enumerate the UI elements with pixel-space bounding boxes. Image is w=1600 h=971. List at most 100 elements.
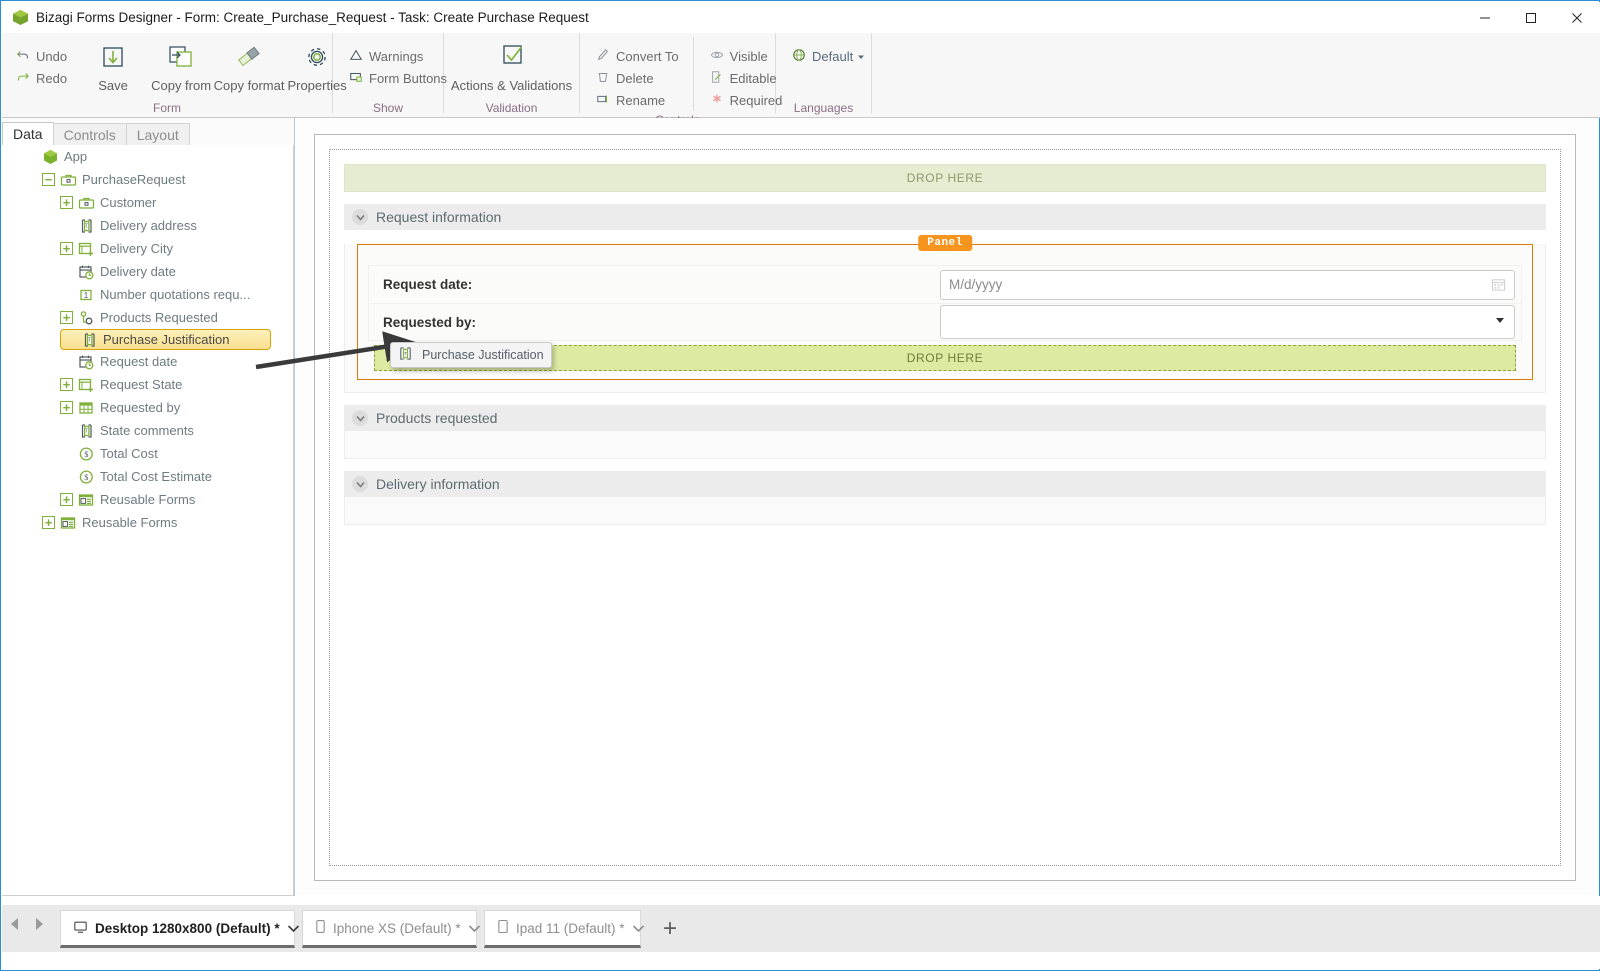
- window-controls: [1462, 2, 1600, 33]
- ribbon-group-form: Undo Redo Save Copy from Copy format Pro…: [2, 33, 347, 117]
- expand-icon[interactable]: +: [60, 401, 73, 414]
- tab-data[interactable]: Data: [2, 122, 54, 146]
- section-header[interactable]: Request information: [344, 204, 1546, 230]
- tree-item-request-date[interactable]: Request date: [60, 350, 293, 373]
- drag-ghost-purchase-justification: T Purchase Justification: [390, 342, 552, 368]
- tree-item-products-requested[interactable]: + Products Requested: [60, 306, 293, 329]
- tree-item-purchaserequest[interactable]: − PurchaseRequest: [42, 168, 293, 191]
- checkmark-box-icon: [496, 41, 528, 75]
- expand-icon[interactable]: +: [60, 196, 73, 209]
- tree-item-label: PurchaseRequest: [82, 172, 186, 187]
- ribbon-group-label-show: Show: [372, 101, 404, 115]
- section-body: [344, 431, 1546, 459]
- form-buttons-button[interactable]: Form Buttons: [343, 67, 453, 89]
- add-device-button[interactable]: +: [647, 910, 693, 948]
- chevron-down-icon[interactable]: [632, 921, 645, 936]
- requested-by-dropdown[interactable]: [940, 305, 1515, 339]
- section-title: Request information: [376, 209, 502, 225]
- data-tree: App − PurchaseRequest + Customer T Delivery ad…: [2, 145, 294, 896]
- tree-item-label: Customer: [100, 195, 157, 210]
- maximize-icon[interactable]: [1508, 2, 1554, 33]
- copy-from-button[interactable]: Copy from: [147, 37, 215, 93]
- save-button[interactable]: Save: [79, 37, 147, 93]
- chevron-down-icon[interactable]: [352, 476, 368, 492]
- close-icon[interactable]: [1554, 2, 1600, 33]
- device-tab-label: Desktop 1280x800 (Default) *: [95, 920, 280, 936]
- redo-button[interactable]: Redo: [10, 67, 73, 89]
- copy-format-button[interactable]: Copy format: [214, 37, 284, 93]
- tree-item-reusable-forms[interactable]: + Reusable Forms: [60, 488, 293, 511]
- editable-pencil-icon: [710, 70, 724, 87]
- ribbon-group-controls: Convert To Delete Rename Visible Editabl…: [580, 33, 782, 127]
- device-tab-label: Iphone XS (Default) *: [333, 920, 461, 936]
- expand-icon[interactable]: +: [60, 311, 73, 324]
- tree-item-number-quotations-requ[interactable]: 1 Number quotations requ...: [60, 283, 293, 306]
- save-label: Save: [98, 78, 128, 93]
- field-label: Requested by:: [383, 314, 477, 330]
- tree-item-delivery-date[interactable]: Delivery date: [60, 260, 293, 283]
- undo-button[interactable]: Undo: [10, 45, 73, 67]
- tree-item-label: Products Requested: [100, 310, 218, 325]
- expand-icon[interactable]: +: [60, 493, 73, 506]
- gear-icon: [302, 41, 332, 75]
- request-date-input[interactable]: M/d/yyyy: [940, 269, 1515, 300]
- minimize-icon[interactable]: [1462, 2, 1508, 33]
- warnings-button[interactable]: Warnings: [343, 45, 453, 67]
- convert-to-button[interactable]: Convert To: [590, 45, 685, 67]
- device-tab-iphone-xs[interactable]: Iphone XS (Default) *: [302, 910, 480, 948]
- reusable-forms-icon: [60, 515, 77, 531]
- chevron-down-icon[interactable]: [352, 209, 368, 225]
- default-language-dropdown[interactable]: Default: [786, 45, 871, 67]
- form-canvas-area: DROP HERE Request information Panel Requ…: [296, 118, 1598, 895]
- section-header[interactable]: Delivery information: [344, 471, 1546, 497]
- rename-icon: [596, 92, 610, 109]
- text-attr-icon: T: [398, 346, 413, 364]
- tab-layout[interactable]: Layout: [125, 123, 190, 146]
- collection-icon: [78, 310, 95, 326]
- ribbon-group-languages: Default Languages: [776, 33, 871, 117]
- top-dropzone[interactable]: DROP HERE: [344, 164, 1546, 192]
- copy-format-icon: [233, 41, 265, 75]
- tree-item-reusable-forms[interactable]: + Reusable Forms: [42, 511, 293, 534]
- tree-item-requested-by[interactable]: + Requested by: [60, 396, 293, 419]
- expand-icon[interactable]: +: [60, 378, 73, 391]
- tab-controls[interactable]: Controls: [52, 123, 127, 146]
- redo-icon: [16, 70, 30, 87]
- tree-item-app[interactable]: App: [24, 145, 293, 168]
- calendar-icon[interactable]: [1491, 277, 1506, 295]
- prev-device-icon[interactable]: [8, 916, 22, 937]
- panel-badge: Panel: [918, 235, 972, 251]
- next-device-icon[interactable]: [32, 916, 46, 937]
- rename-button[interactable]: Rename: [590, 89, 685, 111]
- tree-item-delivery-city[interactable]: + Delivery City: [60, 237, 293, 260]
- tree-item-state-comments[interactable]: T State comments: [60, 419, 293, 442]
- svg-text:T: T: [85, 223, 88, 229]
- expand-icon[interactable]: +: [42, 516, 55, 529]
- tree-item-total-cost[interactable]: $ Total Cost: [60, 442, 293, 465]
- form-sheet: DROP HERE Request information Panel Requ…: [314, 134, 1576, 881]
- tree-item-customer[interactable]: + Customer: [60, 191, 293, 214]
- tree-item-label: Total Cost Estimate: [100, 469, 212, 484]
- tree-item-total-cost-estimate[interactable]: $ Total Cost Estimate: [60, 465, 293, 488]
- section-header[interactable]: Products requested: [344, 405, 1546, 431]
- expand-icon[interactable]: +: [60, 242, 73, 255]
- chevron-down-icon[interactable]: [287, 921, 300, 936]
- actions-validations-button[interactable]: Actions & Validations: [444, 37, 579, 93]
- tree-item-delivery-address[interactable]: T Delivery address: [60, 214, 293, 237]
- device-tab-ipad-11[interactable]: Ipad 11 (Default) *: [484, 910, 644, 948]
- collapse-icon[interactable]: −: [42, 173, 55, 186]
- tree-item-label: Reusable Forms: [82, 515, 178, 530]
- monitor-icon: [73, 920, 88, 937]
- delete-button[interactable]: Delete: [590, 67, 685, 89]
- device-tab-desktop[interactable]: Desktop 1280x800 (Default) *: [60, 910, 299, 948]
- tree-item-request-state[interactable]: + Request State: [60, 373, 293, 396]
- application-window: Bizagi Forms Designer - Form: Create_Pur…: [0, 0, 1600, 971]
- tree-item-purchase-justification[interactable]: T Purchase Justification: [60, 329, 271, 350]
- editable-label: Editable: [729, 70, 777, 86]
- copy-from-label: Copy from: [151, 78, 212, 93]
- chevron-down-icon[interactable]: [352, 410, 368, 426]
- param-entity-icon: [78, 377, 95, 393]
- field-control-wrap: M/d/yyyy: [940, 269, 1515, 300]
- chevron-down-icon[interactable]: [1496, 318, 1504, 323]
- chevron-down-icon[interactable]: [468, 921, 481, 936]
